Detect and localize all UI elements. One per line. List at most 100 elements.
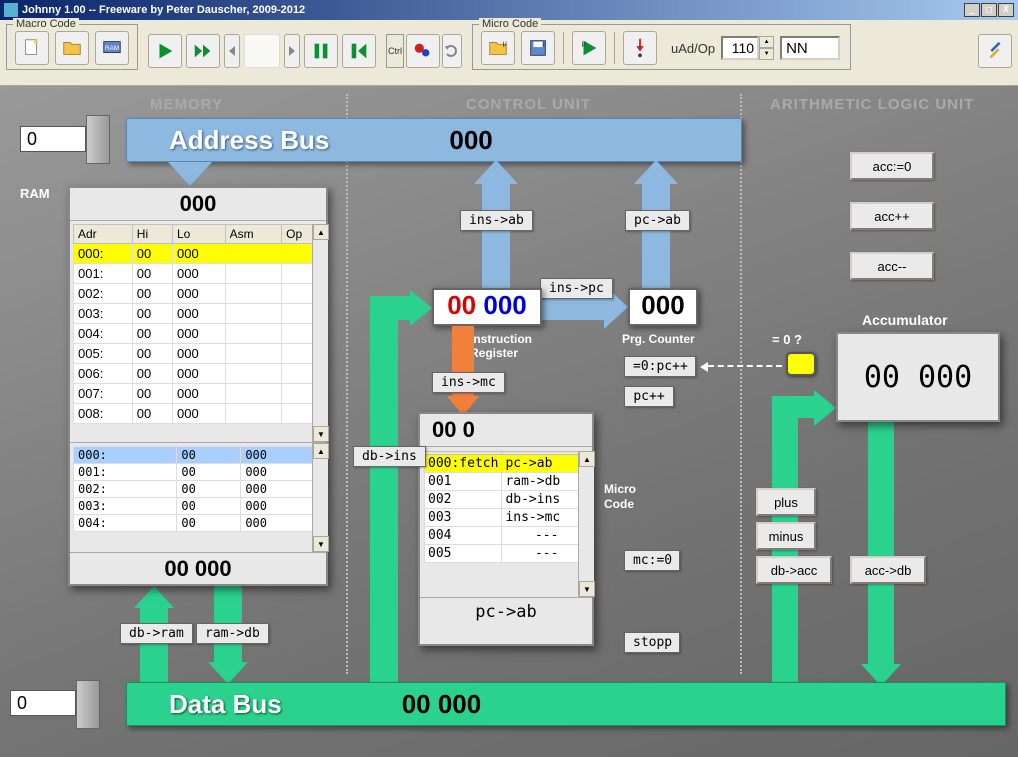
fast-forward-button[interactable] <box>186 34 220 68</box>
data-bus-label: Data Bus <box>169 689 282 720</box>
table-row: 003:00000 <box>74 498 325 515</box>
acc-plus-plus-button[interactable]: acc++ <box>850 202 934 230</box>
open-file-button[interactable] <box>55 31 89 65</box>
acc-minus-minus-button[interactable]: acc-- <box>850 252 934 280</box>
ir-hi: 00 <box>447 290 476 320</box>
program-counter: 000 <box>628 288 698 326</box>
ram-scrollbar[interactable]: ▲▼ <box>312 224 328 442</box>
ram-small-table[interactable]: 000:00000 001:00000 002:00000 003:00000 … <box>73 446 325 532</box>
micro-save-button[interactable]: μ <box>521 31 555 65</box>
mc0-button[interactable]: mc:=0 <box>624 550 680 571</box>
ir-lo: 000 <box>483 290 526 320</box>
accumulator-caption: Accumulator <box>862 312 948 328</box>
table-row: 008:00000 <box>74 404 325 424</box>
arrow-ir-to-ab-head <box>474 160 518 184</box>
eq0-pcpp-button[interactable]: =0:pc++ <box>624 356 696 377</box>
mc-row: 001ram->db <box>425 473 592 491</box>
table-row: 004:00000 <box>74 515 325 532</box>
macro-code-group: Macro Code RAM <box>6 24 138 70</box>
micro-record-button[interactable] <box>623 31 657 65</box>
reset-button[interactable] <box>342 34 376 68</box>
step-back-button[interactable] <box>224 34 240 68</box>
micro-code-label: Micro Code <box>479 18 541 30</box>
arrow-pc-to-ab-stem <box>642 180 670 288</box>
close-button[interactable]: X <box>998 3 1014 17</box>
settings-gears-button[interactable] <box>406 34 440 68</box>
memory-header: MEMORY <box>150 96 223 113</box>
microcode-table[interactable]: 000:fetchpc->ab 001ram->db 002db->ins 00… <box>424 451 592 563</box>
data-bus-handle[interactable] <box>76 680 100 729</box>
address-bus-handle[interactable] <box>86 115 110 164</box>
table-row: 007:00000 <box>74 384 325 404</box>
microcode-panel: 00 0 000:fetchpc->ab 001ram->db 002db->i… <box>418 412 594 646</box>
spinner-down-button[interactable]: ▼ <box>759 48 774 60</box>
mc-row: 000:fetchpc->ab <box>425 455 592 473</box>
minus-button[interactable]: minus <box>756 522 816 550</box>
db-acc-button[interactable]: db->acc <box>756 556 832 584</box>
spinner-up-button[interactable]: ▲ <box>759 36 774 48</box>
pcpp-button[interactable]: pc++ <box>624 386 674 407</box>
ram-label: RAM <box>20 186 50 201</box>
ram-button[interactable]: RAM <box>95 31 129 65</box>
slider-track[interactable] <box>244 34 280 68</box>
minimize-button[interactable]: _ <box>964 3 980 17</box>
table-row: 006:00000 <box>74 364 325 384</box>
data-bus-input[interactable] <box>10 690 76 716</box>
arrow-db-to-ir-head <box>410 290 432 326</box>
acc-set-zero-button[interactable]: acc:=0 <box>850 152 934 180</box>
micro-code-group: Micro Code μ μ μ uAd/Op ▲ ▼ <box>472 24 851 70</box>
mc-row: 002db->ins <box>425 491 592 509</box>
instruction-register: 00 000 <box>432 288 542 326</box>
mc-row: 004--- <box>425 527 592 545</box>
accumulator: 00 000 <box>836 332 1000 422</box>
ram-small-scrollbar[interactable]: ▲▼ <box>312 443 328 552</box>
ram-db-button[interactable]: ram->db <box>196 623 269 644</box>
table-row: 003:00000 <box>74 304 325 324</box>
db-ins-button[interactable]: db->ins <box>353 446 426 467</box>
micro-play-button[interactable]: μ <box>572 31 606 65</box>
pause-button[interactable] <box>304 34 338 68</box>
ins-mc-button[interactable]: ins->mc <box>432 372 505 393</box>
play-button[interactable] <box>148 34 182 68</box>
macro-code-label: Macro Code <box>13 18 79 30</box>
address-bus-input[interactable] <box>20 126 86 152</box>
mc-row: 005--- <box>425 545 592 563</box>
micro-open-button[interactable]: μ <box>481 31 515 65</box>
table-row: 002:00000 <box>74 284 325 304</box>
uad-spinner-input[interactable] <box>721 36 759 60</box>
table-row: 001:00000 <box>74 464 325 481</box>
toolbar: Macro Code RAM Ctrl Micro Code μ μ μ uAd… <box>0 20 1018 86</box>
microcode-top-value: 00 0 <box>420 414 592 447</box>
divider-1 <box>346 94 348 674</box>
stopp-button[interactable]: stopp <box>624 632 680 653</box>
ins-ab-button[interactable]: ins->ab <box>460 210 533 231</box>
pc-ab-button[interactable]: pc->ab <box>625 210 690 231</box>
title-text: Johnny 1.00 -- Freeware by Peter Dausche… <box>22 4 964 16</box>
acc-db-button[interactable]: acc->db <box>850 556 926 584</box>
address-bus-value: 000 <box>449 125 492 156</box>
ram-panel: 000 AdrHiLoAsmOp 000:00000 001:00000 002… <box>68 186 328 586</box>
mc-scrollbar[interactable]: ▲▼ <box>578 451 594 597</box>
plus-button[interactable]: plus <box>756 488 816 516</box>
nn-input[interactable] <box>780 36 840 60</box>
table-row: 001:00000 <box>74 264 325 284</box>
svg-text:μ: μ <box>582 38 586 47</box>
ram-table[interactable]: AdrHiLoAsmOp 000:00000 001:00000 002:000… <box>73 224 325 424</box>
tools-button[interactable] <box>978 34 1012 68</box>
ins-pc-button[interactable]: ins->pc <box>540 278 613 299</box>
zero-flag-arrow <box>708 365 782 367</box>
ctrl-label: Ctrl <box>386 34 404 68</box>
maximize-button[interactable]: □ <box>981 3 997 17</box>
svg-text:μ: μ <box>543 40 547 47</box>
ram-top-value: 000 <box>70 188 326 221</box>
data-bus-value: 00 000 <box>402 689 482 720</box>
new-file-button[interactable] <box>15 31 49 65</box>
pc-caption: Prg. Counter <box>622 332 695 346</box>
db-ram-button[interactable]: db->ram <box>120 623 193 644</box>
table-row: 004:00000 <box>74 324 325 344</box>
zero-flag-lamp <box>786 352 816 376</box>
svg-text:RAM: RAM <box>105 45 119 52</box>
divider-2 <box>740 94 742 674</box>
step-forward-button[interactable] <box>284 34 300 68</box>
cycle-button[interactable] <box>442 34 462 68</box>
